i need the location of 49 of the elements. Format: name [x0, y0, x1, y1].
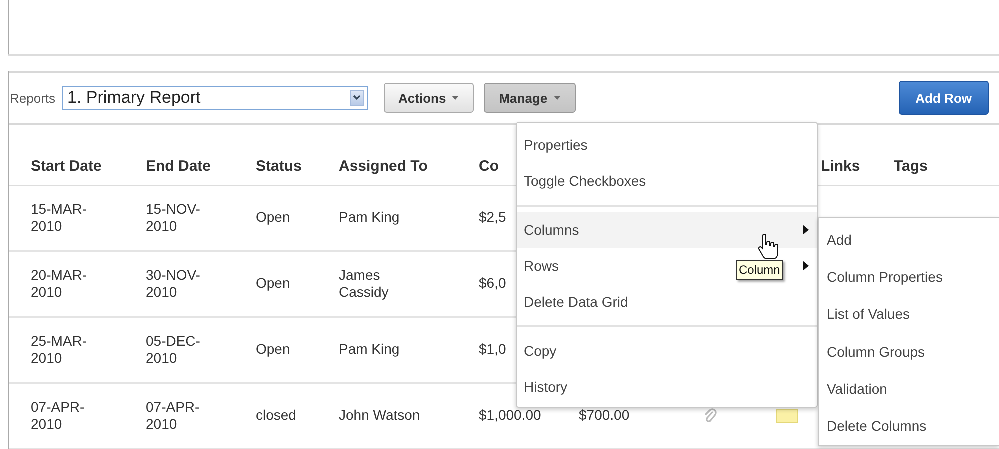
column-header[interactable]: Tags	[894, 158, 928, 175]
menu-item[interactable]: List of Values	[819, 296, 999, 333]
table-cell-text: 30-NOV-2010	[146, 266, 202, 302]
menu-item[interactable]: Validation	[819, 370, 999, 408]
menu-item[interactable]: Copy	[517, 332, 729, 369]
column-header[interactable]: Assigned To	[339, 158, 428, 175]
menu-item[interactable]: Delete Columns	[819, 407, 999, 445]
table-cell-text: 07-APR-2010	[31, 398, 86, 434]
table-cell-text: 25-MAR-2010	[31, 332, 88, 368]
table-cell: Open	[256, 341, 290, 359]
table-cell: Open	[256, 209, 290, 227]
caret-icon	[452, 96, 460, 100]
menu-item[interactable]: Add	[819, 221, 999, 258]
reports-label: Reports	[10, 90, 56, 106]
menu-item[interactable]: History	[517, 368, 729, 406]
table-cell-text: 07-APR-2010	[146, 398, 201, 434]
table-cell: closed	[256, 407, 296, 425]
add-row-button[interactable]: Add Row	[898, 81, 989, 115]
menu-item[interactable]: Column Groups	[819, 332, 999, 370]
menu-item[interactable]: Toggle Checkboxes	[517, 163, 729, 200]
table-cell: Open	[256, 275, 290, 293]
menu-item[interactable]: Properties	[517, 127, 729, 164]
table-cell: $6,0	[479, 275, 506, 293]
caret-icon	[554, 96, 561, 100]
table-cell-text: 15-NOV-2010	[146, 200, 202, 236]
table-cell: Pam King	[339, 209, 400, 227]
column-header[interactable]: Start Date	[31, 158, 102, 175]
table-cell: $700.00	[579, 407, 630, 425]
tooltip: Column	[736, 260, 784, 280]
table-cell-text: 05-DEC-2010	[146, 332, 202, 368]
menu-item[interactable]: Column Properties	[819, 258, 999, 296]
table-cell: $2,5	[479, 209, 506, 227]
report-select[interactable]: 1. Primary Report	[62, 86, 368, 110]
column-header[interactable]: Links	[821, 158, 860, 175]
menu-item[interactable]: Rows	[517, 248, 729, 284]
table-cell-text: James Cassidy	[339, 266, 390, 302]
table-cell: John Watson	[339, 407, 420, 425]
table-cell: Pam King	[339, 341, 400, 359]
selected-report: 1. Primary Report	[68, 88, 201, 108]
menu-item[interactable]: Delete Data Grid	[517, 284, 729, 320]
column-header[interactable]: Status	[256, 158, 302, 175]
table-cell: $1,0	[479, 341, 506, 359]
column-header[interactable]: Co	[479, 158, 499, 175]
menu-button[interactable]: Manage	[484, 83, 576, 113]
table-cell-text: 15-MAR-2010	[31, 200, 88, 236]
menu-button[interactable]: Actions	[384, 83, 474, 113]
table-cell: $1,000.00	[479, 407, 542, 425]
table-cell-text: 20-MAR-2010	[31, 266, 88, 302]
column-header[interactable]: End Date	[146, 158, 212, 175]
